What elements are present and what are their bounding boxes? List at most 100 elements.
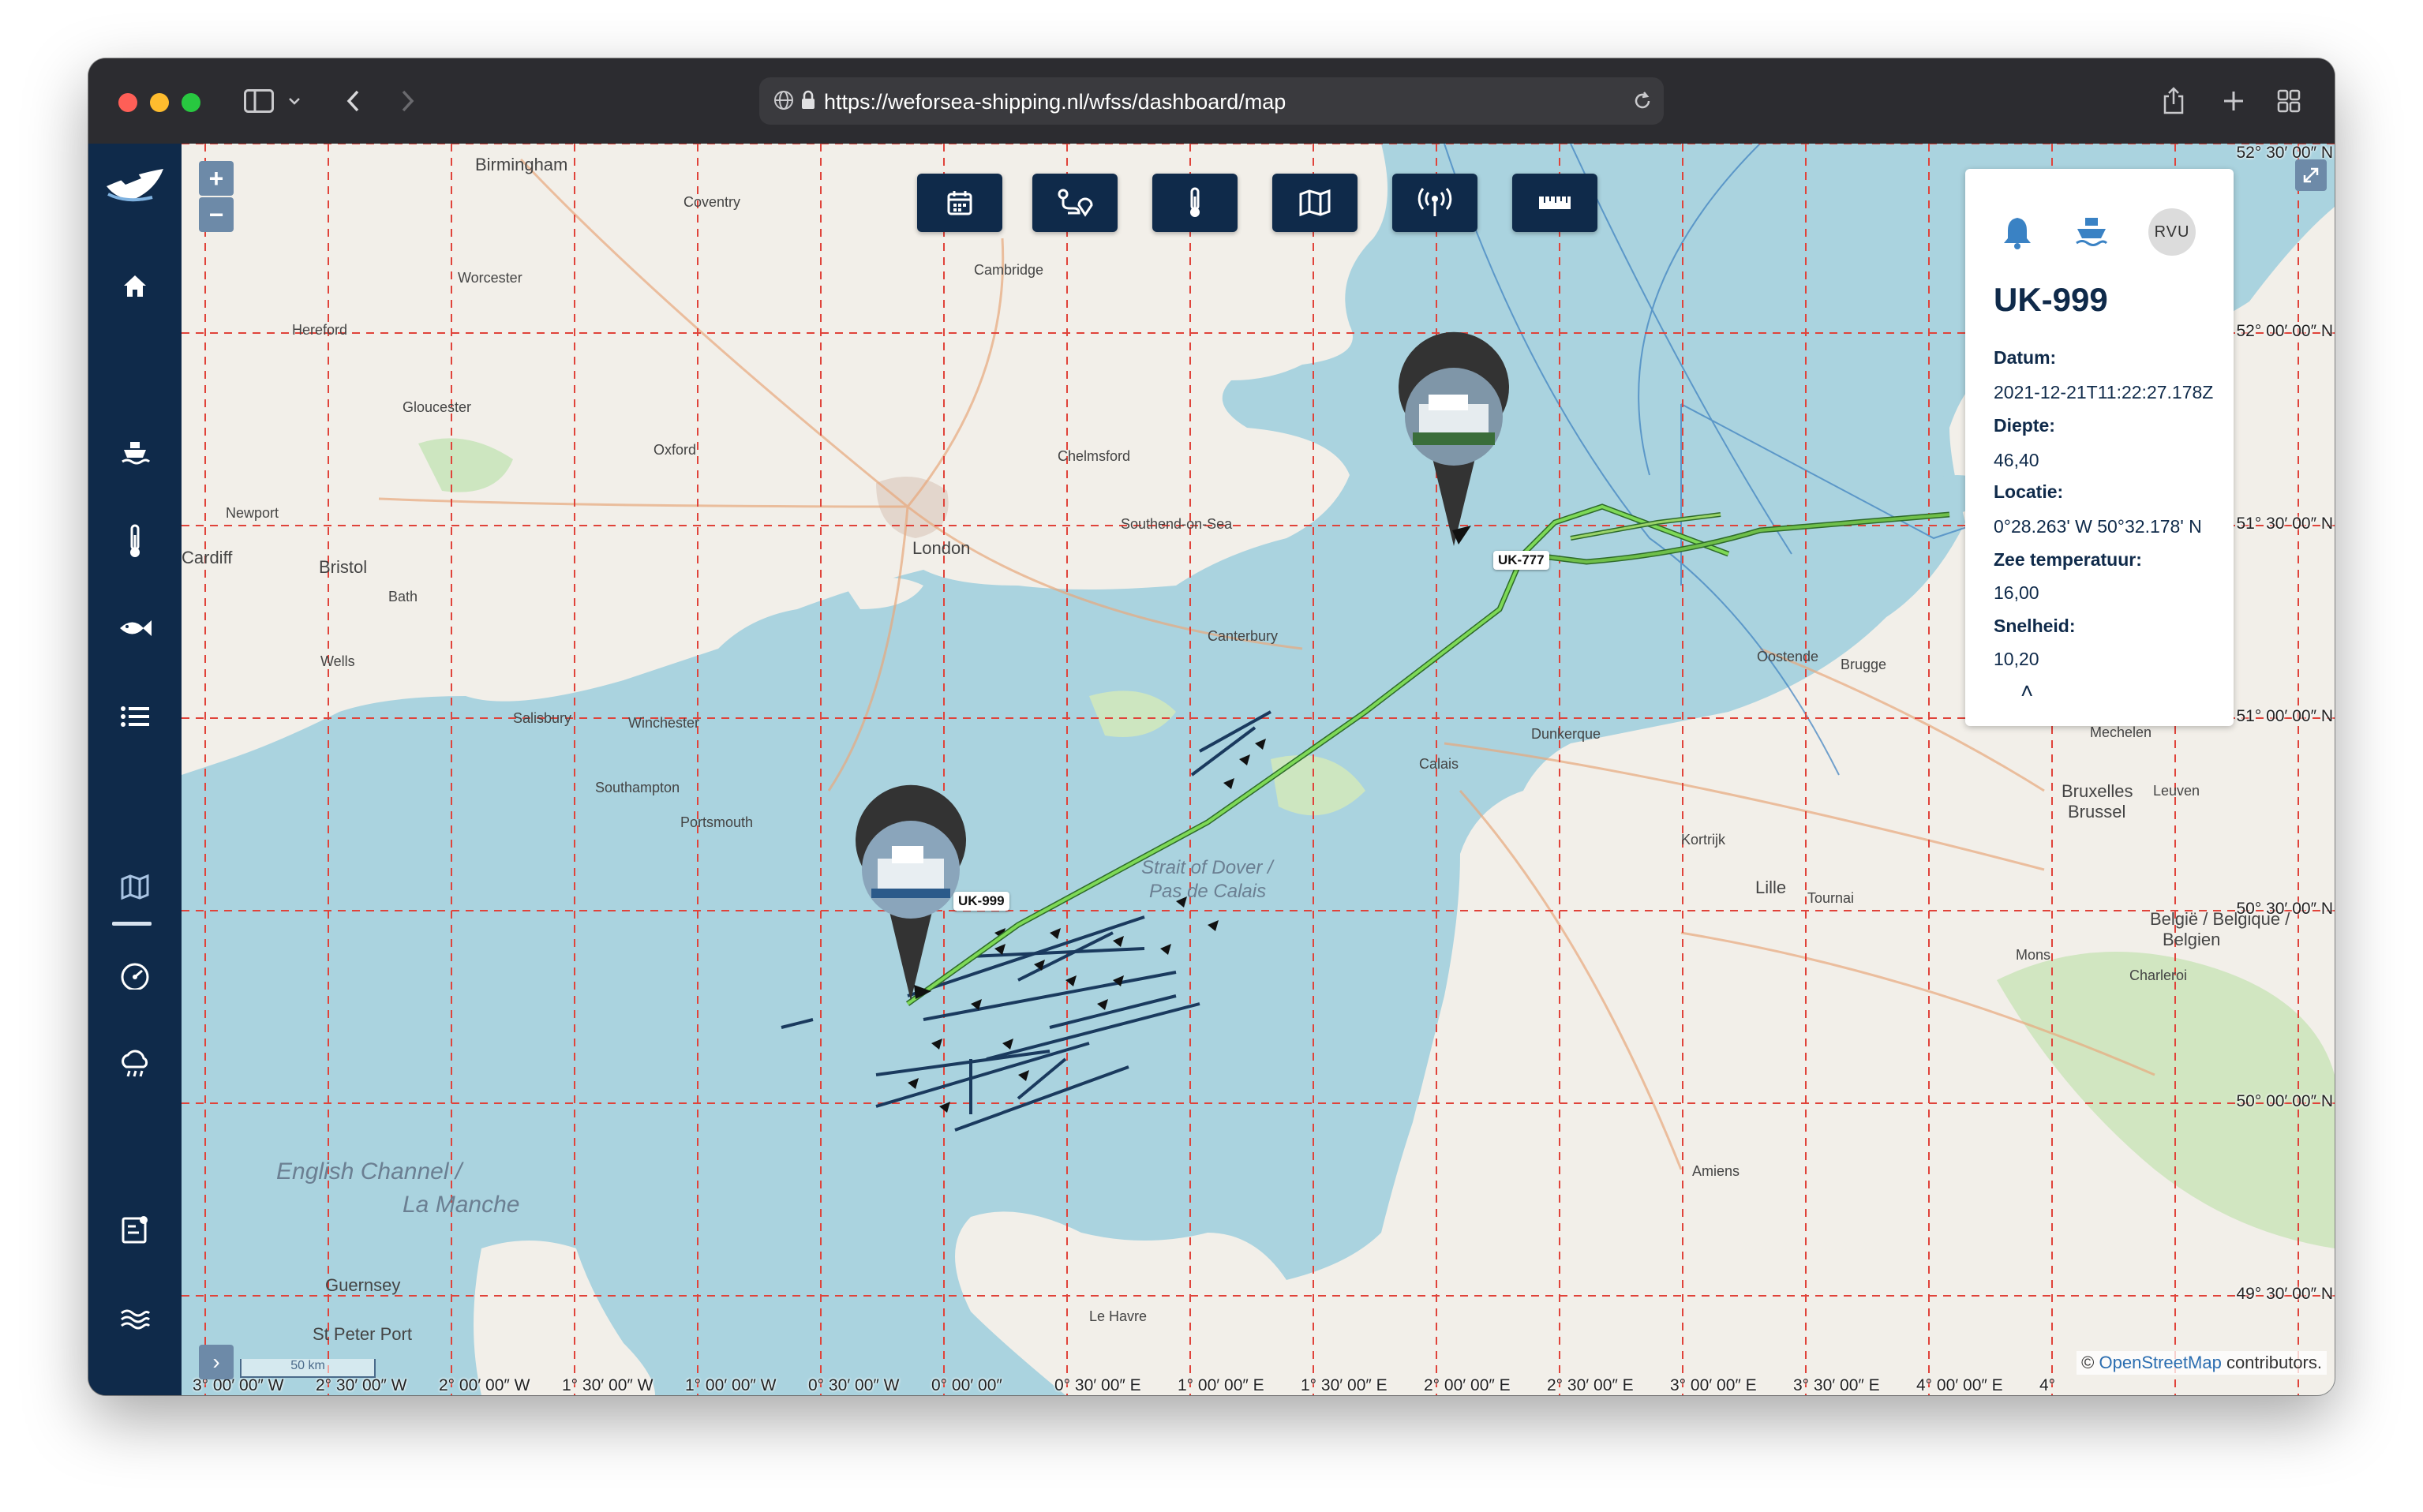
place-mons: Mons — [2016, 947, 2051, 963]
maximize-window-button[interactable] — [182, 93, 200, 112]
new-tab-icon[interactable] — [2219, 82, 2248, 120]
sidebar-item-list[interactable] — [111, 693, 159, 740]
place-amiens: Amiens — [1692, 1163, 1740, 1179]
latitude-label: 51° 30′ 00″ N — [2236, 515, 2333, 533]
route-icon — [1058, 189, 1093, 217]
vessel-name: UK-999 — [1994, 281, 2108, 318]
address-bar[interactable]: https://weforsea-shipping.nl/wfss/dashbo… — [759, 77, 1664, 125]
antenna-icon — [1417, 188, 1452, 216]
sidebar-item-waves[interactable] — [111, 1294, 159, 1342]
sidebar-active-indicator — [112, 922, 152, 926]
place-hereford: Hereford — [292, 322, 348, 338]
route-button[interactable] — [1032, 174, 1118, 232]
tab-overview-icon[interactable] — [2275, 82, 2303, 120]
antenna-button[interactable] — [1392, 174, 1477, 232]
map-view[interactable]: Birmingham Coventry Worcester Hereford G… — [182, 144, 2335, 1395]
place-calais: Calais — [1419, 756, 1459, 772]
latitude-label: 50° 00′ 00″ N — [2236, 1092, 2333, 1110]
place-newport: Newport — [226, 505, 279, 521]
close-window-button[interactable] — [118, 93, 137, 112]
ruler-icon — [1539, 196, 1571, 209]
longitude-label: 1° 00′ 00″ E — [1178, 1376, 1264, 1394]
place-st-peter-port: St Peter Port — [313, 1324, 412, 1344]
ruler-button[interactable] — [1512, 174, 1597, 232]
place-tournai: Tournai — [1807, 890, 1855, 906]
place-brussel: Brussel — [2068, 802, 2126, 821]
longitude-label: 2° 00′ 00″ E — [1424, 1376, 1511, 1394]
calendar-button[interactable] — [917, 174, 1002, 232]
expand-icon — [2303, 167, 2319, 183]
place-london: London — [912, 538, 971, 558]
scale-bar: 50 km — [240, 1359, 376, 1378]
calendar-icon — [947, 191, 972, 215]
temperature-button[interactable] — [1152, 174, 1238, 232]
bell-icon[interactable] — [2002, 215, 2033, 253]
sea-label-strait-of-dover: Strait of Dover / — [1141, 857, 1273, 878]
reload-icon[interactable] — [1632, 90, 1653, 118]
place-cambridge: Cambridge — [974, 262, 1044, 278]
vessel-label-uk999[interactable]: UK-999 — [953, 892, 1009, 911]
place-leuven: Leuven — [2153, 783, 2200, 799]
sea-label-pas-de-calais: Pas de Calais — [1149, 881, 1267, 902]
attribution-prefix: © — [2081, 1353, 2095, 1372]
place-gloucester: Gloucester — [403, 399, 472, 415]
place-bristol: Bristol — [319, 557, 368, 577]
lock-icon — [800, 90, 816, 116]
latitude-label: 49° 30′ 00″ N — [2236, 1285, 2333, 1303]
snelheid-label: Snelheid: — [1994, 616, 2076, 636]
zee-temperatuur-label: Zee temperatuur: — [1994, 549, 2142, 570]
sidebar-toggle-icon[interactable] — [242, 82, 276, 120]
fullscreen-button[interactable] — [2295, 159, 2327, 191]
sidebar-item-report[interactable] — [111, 1206, 159, 1253]
zoom-out-button[interactable]: − — [199, 197, 234, 232]
sidebar-item-vessels[interactable] — [111, 429, 159, 477]
scale-toggle-button[interactable]: › — [199, 1345, 234, 1379]
zoom-in-button[interactable]: + — [199, 161, 234, 196]
sidebar-item-dashboard[interactable] — [111, 952, 159, 999]
datum-label: Datum: — [1994, 347, 2057, 368]
diepte-label: Diepte: — [1994, 415, 2055, 436]
minimize-window-button[interactable] — [150, 93, 169, 112]
sea-label-la-manche: La Manche — [403, 1192, 520, 1218]
longitude-label: 2° 00′ 00″ W — [439, 1376, 530, 1394]
place-southampton: Southampton — [595, 780, 680, 795]
latitude-label: 52° 00′ 00″ N — [2236, 322, 2333, 340]
ship-icon[interactable] — [2074, 215, 2109, 253]
place-kortrijk: Kortrijk — [1681, 832, 1726, 848]
sidebar-item-map[interactable] — [111, 863, 159, 911]
browser-titlebar: https://weforsea-shipping.nl/wfss/dashbo… — [88, 58, 2335, 144]
sidebar-item-fish[interactable] — [111, 604, 159, 652]
back-icon[interactable] — [341, 82, 365, 120]
sidebar-item-weather[interactable] — [111, 1040, 159, 1087]
longitude-label: 1° 00′ 00″ W — [685, 1376, 777, 1394]
share-icon[interactable] — [2159, 82, 2188, 120]
place-chelmsford: Chelmsford — [1058, 448, 1131, 464]
chevron-down-icon[interactable] — [286, 82, 303, 120]
forward-icon[interactable] — [396, 82, 420, 120]
place-lille: Lille — [1755, 878, 1787, 897]
map-layers-button[interactable] — [1272, 174, 1358, 232]
zee-temperatuur-value: 16,00 — [1994, 582, 2039, 603]
place-southend: Southend-on-Sea — [1121, 516, 1233, 532]
sidebar-item-home[interactable] — [111, 262, 159, 309]
place-belgien: Belgien — [2163, 930, 2221, 949]
longitude-label: 2° 30′ 00″ E — [1547, 1376, 1634, 1394]
openstreetmap-link[interactable]: OpenStreetMap — [2099, 1353, 2222, 1372]
diepte-value: 46,40 — [1994, 450, 2039, 470]
place-canterbury: Canterbury — [1208, 628, 1279, 644]
logo-ship-icon — [103, 161, 167, 208]
sidebar-item-temperature[interactable] — [111, 518, 159, 565]
locatie-value: 0°28.263' W 50°32.178' N — [1994, 516, 2202, 537]
vessel-label-uk777[interactable]: UK-777 — [1493, 551, 1549, 570]
user-avatar[interactable]: RVU — [2148, 208, 2196, 256]
longitude-label: 2° 30′ 00″ W — [316, 1376, 407, 1394]
vessel-info-panel: RVU UK-999 Datum: 2021-12-21T11:22:27.17… — [1965, 169, 2234, 726]
place-charleroi: Charleroi — [2129, 967, 2188, 983]
latitude-label: 50° 30′ 00″ N — [2236, 900, 2333, 918]
place-salisbury: Salisbury — [513, 710, 572, 726]
url-text: https://weforsea-shipping.nl/wfss/dashbo… — [824, 90, 1286, 114]
datum-value: 2021-12-21T11:22:27.178Z — [1994, 382, 2214, 402]
longitude-label: 0° 30′ 00″ W — [808, 1376, 900, 1394]
collapse-chevron-icon[interactable]: ˄ — [2020, 679, 2033, 704]
longitude-label: 1° 30′ 00″ W — [562, 1376, 653, 1394]
